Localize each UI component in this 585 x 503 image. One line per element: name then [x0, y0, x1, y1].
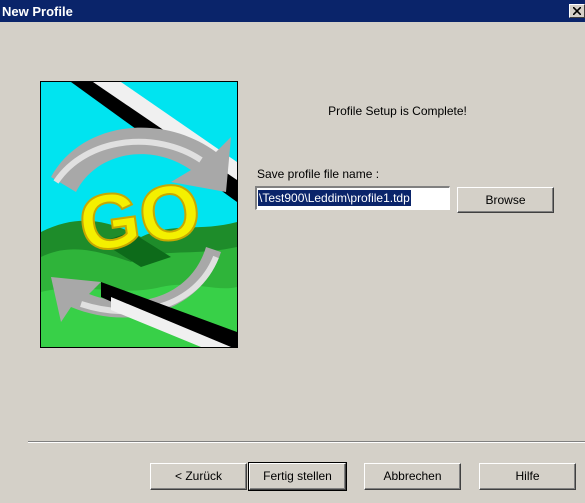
help-button[interactable]: Hilfe — [479, 463, 576, 490]
filename-value: \Test900\Leddim\profile1.tdp — [258, 190, 411, 206]
back-button[interactable]: < Zurück — [150, 463, 247, 490]
footer-separator — [28, 441, 585, 443]
filename-input[interactable]: \Test900\Leddim\profile1.tdp — [255, 186, 450, 210]
close-button[interactable] — [569, 4, 585, 18]
cancel-button-label: Abbrechen — [383, 469, 442, 483]
new-profile-dialog: New Profile GO Profile Setup is Complete… — [0, 0, 585, 503]
title-bar[interactable]: New Profile — [0, 0, 585, 22]
help-button-label: Hilfe — [515, 469, 540, 483]
window-title: New Profile — [2, 4, 73, 19]
browse-button[interactable]: Browse — [457, 187, 554, 213]
finish-button-label: Fertig stellen — [263, 469, 332, 483]
back-button-label: < Zurück — [174, 469, 222, 483]
go-text: GO — [73, 165, 205, 269]
close-icon — [573, 7, 581, 15]
complete-message: Profile Setup is Complete! — [328, 104, 467, 118]
wizard-go-illustration: GO — [40, 81, 238, 348]
browse-button-label: Browse — [485, 193, 526, 207]
cancel-button[interactable]: Abbrechen — [364, 463, 461, 490]
finish-button[interactable]: Fertig stellen — [248, 462, 347, 491]
save-filename-label: Save profile file name : — [257, 167, 380, 181]
